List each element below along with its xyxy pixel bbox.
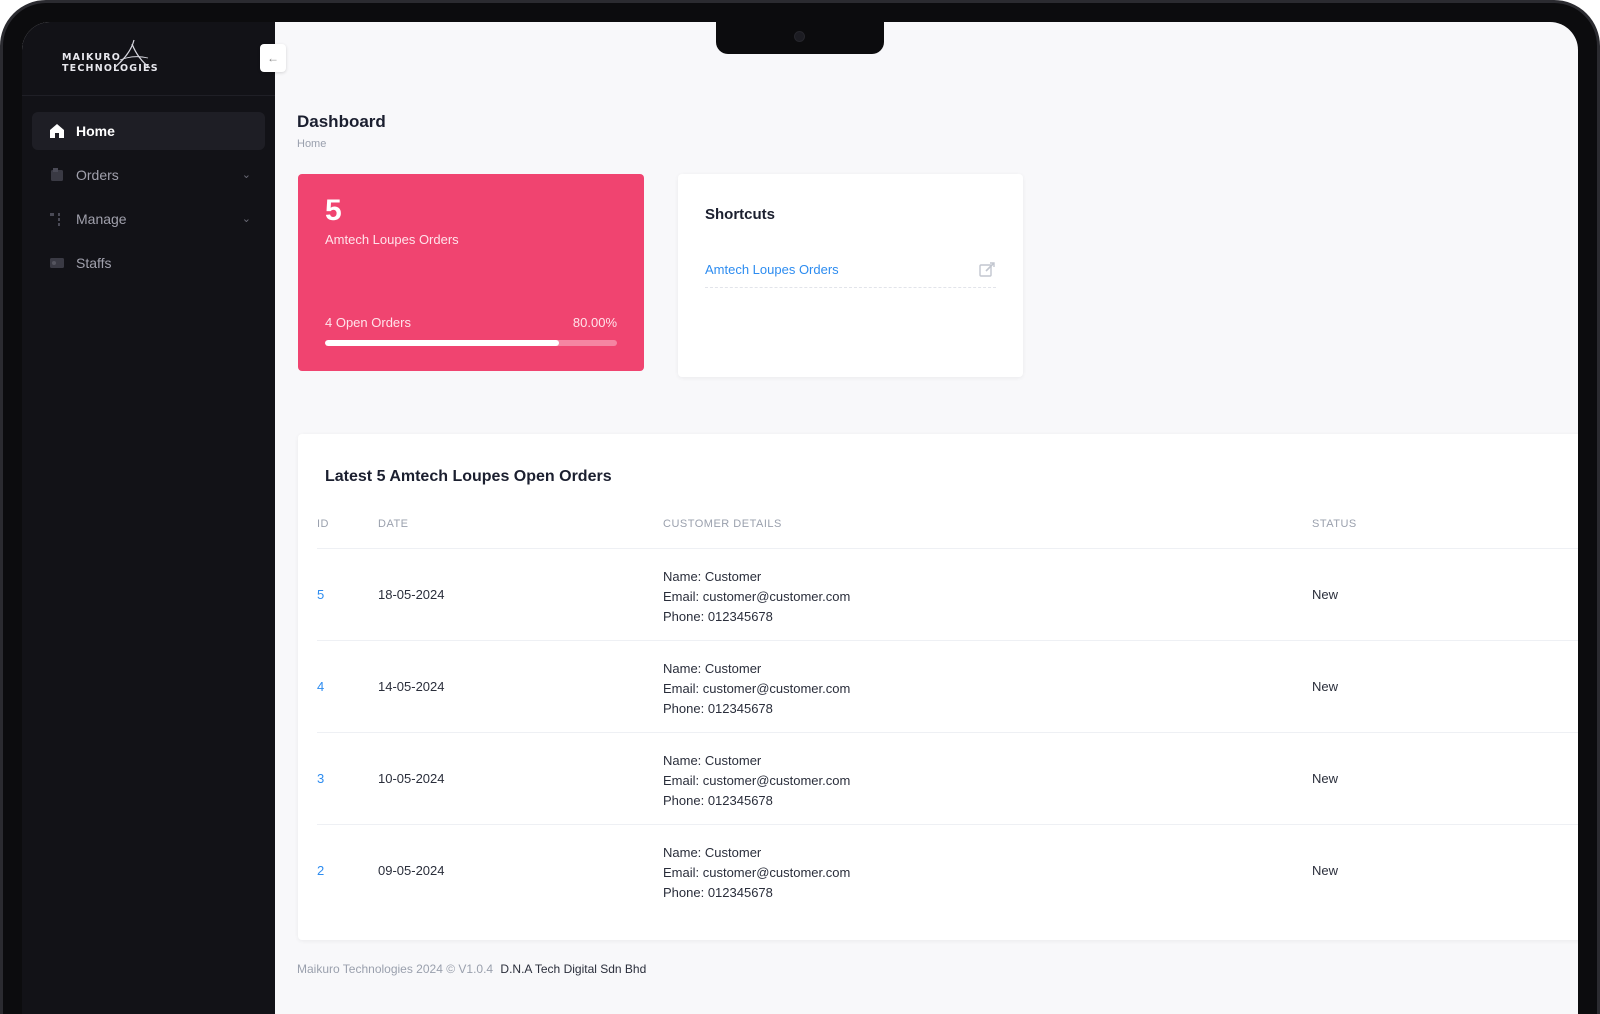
orders-count: 5 [325, 194, 342, 227]
order-status: New [1312, 679, 1339, 694]
order-id-link[interactable]: 3 [317, 771, 324, 786]
customer-email: Email: customer@customer.com [663, 773, 851, 788]
order-id-link[interactable]: 5 [317, 587, 324, 602]
manage-icon [48, 210, 66, 228]
customer-details: Name: Customer Email: customer@customer.… [663, 751, 850, 811]
order-status: New [1312, 863, 1339, 878]
logo[interactable]: MAIKURO TECHNOLOGIES [62, 39, 159, 74]
table-body: 5 18-05-2024 Name: Customer Email: custo… [298, 548, 1578, 916]
home-icon [48, 122, 66, 140]
footer: Maikuro Technologies 2024 © V1.0.4 D.N.A… [297, 962, 646, 976]
logo-area: MAIKURO TECHNOLOGIES [22, 22, 275, 96]
footer-brand-link[interactable]: D.N.A Tech Digital Sdn Bhd [500, 962, 646, 976]
sidebar-collapse-button[interactable]: ← [260, 44, 286, 72]
open-orders-progress-bar [325, 340, 617, 346]
open-orders-label: 4 Open Orders [325, 315, 411, 330]
orders-icon [48, 166, 66, 184]
column-header-status[interactable]: STATUS [1312, 518, 1357, 530]
sidebar-item-staffs[interactable]: Staffs [32, 244, 265, 282]
sidebar-item-label: Staffs [76, 255, 112, 271]
table-row[interactable]: 2 09-05-2024 Name: Customer Email: custo… [317, 824, 1578, 916]
customer-details: Name: Customer Email: customer@customer.… [663, 567, 850, 627]
footer-copyright: Maikuro Technologies 2024 © V1.0.4 [297, 962, 494, 976]
customer-name: Name: Customer [663, 569, 762, 584]
table-row[interactable]: 4 14-05-2024 Name: Customer Email: custo… [317, 640, 1578, 732]
breadcrumb[interactable]: Home [297, 138, 326, 150]
customer-name: Name: Customer [663, 661, 762, 676]
shortcuts-card: Shortcuts Amtech Loupes Orders [678, 174, 1023, 377]
sidebar-item-label: Home [76, 123, 115, 139]
customer-email: Email: customer@customer.com [663, 865, 851, 880]
device-notch [716, 22, 884, 54]
shortcut-link[interactable]: Amtech Loupes Orders [705, 262, 839, 277]
order-date: 09-05-2024 [378, 863, 445, 878]
external-edit-icon[interactable] [978, 261, 996, 279]
customer-phone: Phone: 012345678 [663, 609, 773, 624]
customer-phone: Phone: 012345678 [663, 885, 773, 900]
arrow-left-icon: ← [267, 51, 279, 65]
order-status: New [1312, 587, 1339, 602]
sidebar-item-home[interactable]: Home [32, 112, 265, 150]
orders-table-title: Latest 5 Amtech Loupes Open Orders [325, 468, 612, 485]
column-header-id[interactable]: ID [317, 518, 329, 530]
open-orders-percent: 80.00% [572, 315, 617, 330]
column-header-date[interactable]: DATE [378, 518, 409, 530]
customer-phone: Phone: 012345678 [663, 701, 773, 716]
orders-count-label: Amtech Loupes Orders [325, 232, 459, 247]
open-orders-card: Latest 5 Amtech Loupes Open Orders ID DA… [298, 434, 1578, 940]
main-content: Dashboard Home 5 Amtech Loupes Orders 4 … [275, 22, 1578, 1014]
customer-name: Name: Customer [663, 845, 762, 860]
table-header: ID DATE CUSTOMER DETAILS STATUS [298, 518, 1578, 548]
camera-icon [794, 31, 805, 42]
shortcuts-title: Shortcuts [705, 206, 776, 223]
customer-phone: Phone: 012345678 [663, 793, 773, 808]
customer-email: Email: customer@customer.com [663, 589, 851, 604]
chevron-down-icon: ⌄ [241, 213, 251, 225]
order-status: New [1312, 771, 1339, 786]
column-header-customer[interactable]: CUSTOMER DETAILS [663, 518, 782, 530]
sidebar: MAIKURO TECHNOLOGIES Home Orders ⌄ Manag… [22, 22, 275, 1014]
order-date: 10-05-2024 [378, 771, 445, 786]
order-id-link[interactable]: 2 [317, 863, 324, 878]
order-date: 14-05-2024 [378, 679, 445, 694]
order-id-link[interactable]: 4 [317, 679, 324, 694]
customer-email: Email: customer@customer.com [663, 681, 851, 696]
sidebar-item-orders[interactable]: Orders ⌄ [32, 156, 265, 194]
sidebar-item-label: Manage [76, 211, 127, 227]
chevron-down-icon: ⌄ [241, 169, 251, 181]
progress-fill [325, 340, 559, 346]
order-date: 18-05-2024 [378, 587, 445, 602]
sidebar-item-label: Orders [76, 167, 119, 183]
customer-name: Name: Customer [663, 753, 762, 768]
table-row[interactable]: 5 18-05-2024 Name: Customer Email: custo… [317, 548, 1578, 640]
customer-details: Name: Customer Email: customer@customer.… [663, 659, 850, 719]
staffs-icon [48, 254, 66, 272]
logo-mark-icon [113, 39, 151, 69]
shortcut-item[interactable]: Amtech Loupes Orders [705, 252, 996, 288]
page-title: Dashboard [297, 112, 386, 131]
sidebar-nav: Home Orders ⌄ Manage ⌄ Staffs [22, 96, 275, 282]
customer-details: Name: Customer Email: customer@customer.… [663, 843, 850, 903]
screen: MAIKURO TECHNOLOGIES Home Orders ⌄ Manag… [22, 22, 1578, 1014]
orders-stat-card[interactable]: 5 Amtech Loupes Orders 4 Open Orders 80.… [298, 174, 644, 371]
table-row[interactable]: 3 10-05-2024 Name: Customer Email: custo… [317, 732, 1578, 824]
sidebar-item-manage[interactable]: Manage ⌄ [32, 200, 265, 238]
